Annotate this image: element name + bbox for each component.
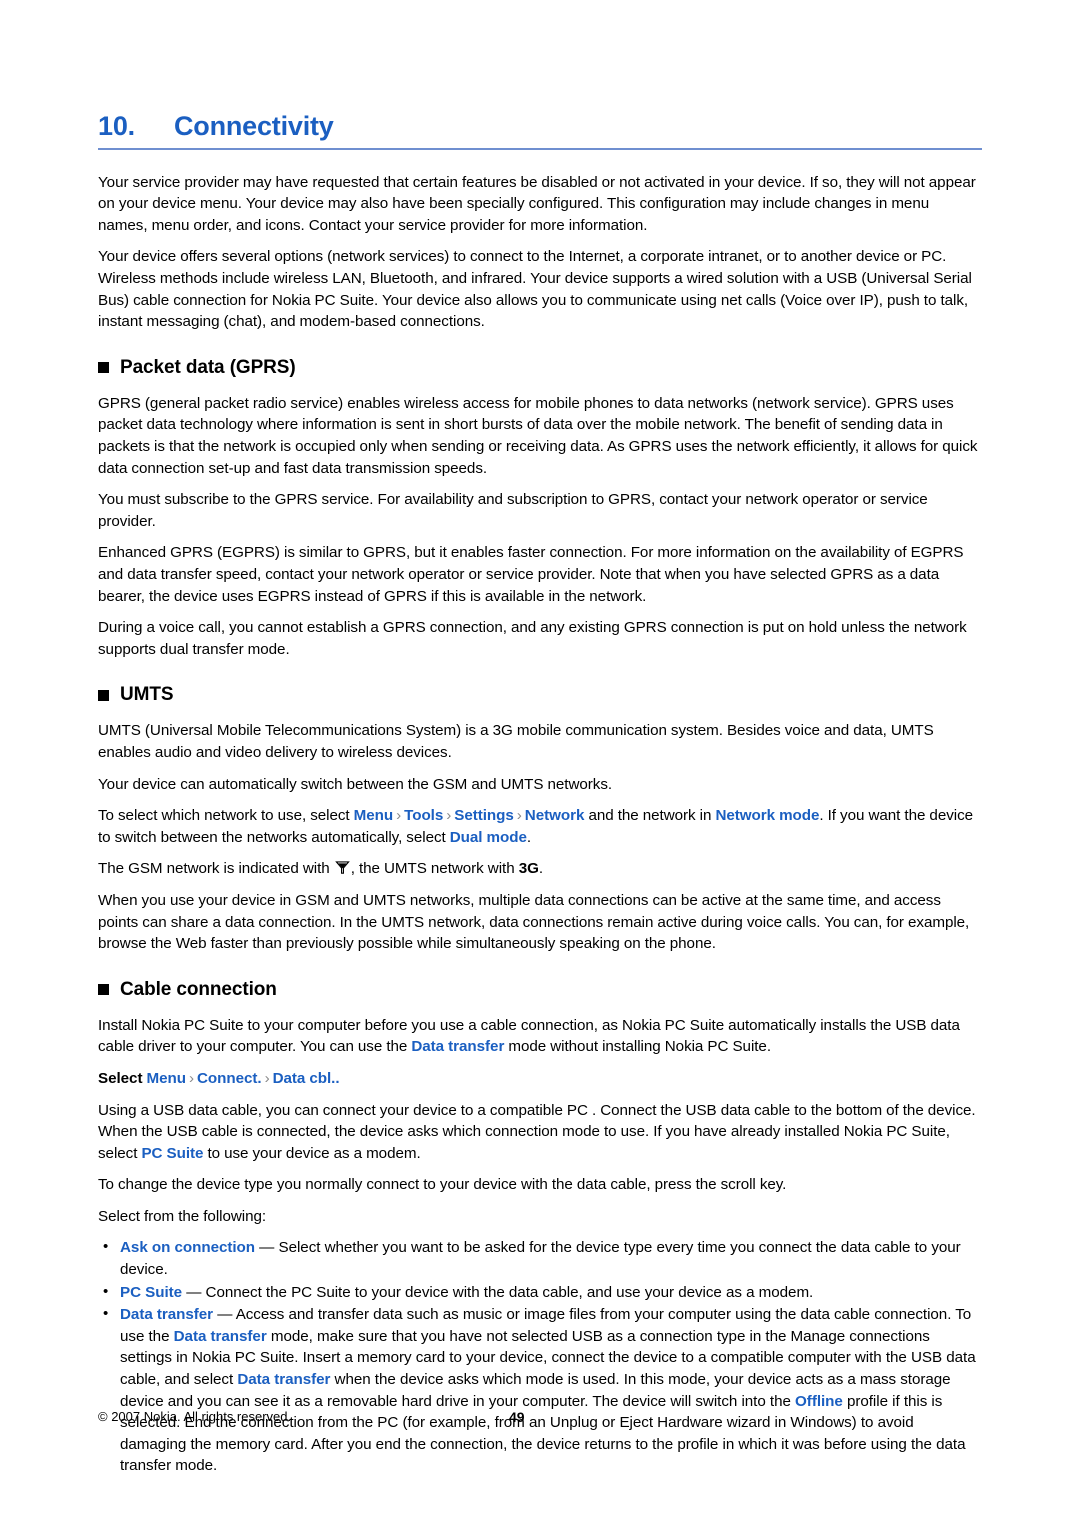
umts-paragraph-3: When you use your device in GSM and UMTS… <box>98 891 970 953</box>
umts-indicator-line: The GSM network is indicated with , the … <box>98 858 982 880</box>
connection-mode-list: Ask on connection — Select whether you w… <box>98 1236 982 1477</box>
setting-network-mode[interactable]: Network mode <box>715 807 819 824</box>
list-item: PC Suite — Connect the PC Suite to your … <box>98 1281 982 1304</box>
menu-path-connect[interactable]: Connect. <box>197 1070 262 1087</box>
packet-data-paragraph-3: Enhanced GPRS (EGPRS) is similar to GPRS… <box>98 544 964 605</box>
section-heading-label: Cable connection <box>120 978 277 1000</box>
path-separator-icon: › <box>264 1069 270 1087</box>
cable-paragraph-3: To change the device type you normally c… <box>98 1176 787 1194</box>
packet-data-paragraph-4: During a voice call, you cannot establis… <box>98 619 967 658</box>
square-bullet-icon <box>98 984 109 996</box>
path-separator-icon: › <box>516 807 522 825</box>
packet-data-paragraph-2: You must subscribe to the GPRS service. … <box>98 491 928 530</box>
chapter-title-text: Connectivity <box>174 111 334 141</box>
setting-dual-mode[interactable]: Dual mode <box>450 829 527 846</box>
chapter-heading: 10. Connectivity <box>98 111 982 148</box>
instruction-mid: and the network in <box>584 807 716 825</box>
umts-paragraph-1: UMTS (Universal Mobile Telecommunication… <box>98 722 934 761</box>
path-separator-icon: › <box>396 807 402 825</box>
section-heading-umts: UMTS <box>98 684 982 706</box>
indicator-end: . <box>538 860 544 878</box>
list-item: Ask on connection — Select whether you w… <box>98 1236 982 1280</box>
cable-select-path-line: Select Menu › Connect. › Data cbl.. <box>98 1068 982 1090</box>
section-heading-label: UMTS <box>120 684 174 706</box>
umts-select-network-instruction: To select which network to use, select M… <box>98 805 982 848</box>
option-ask-on-connection[interactable]: Ask on connection <box>120 1239 255 1256</box>
page-content: 10. Connectivity Your service provider m… <box>98 111 982 1478</box>
mode-data-transfer[interactable]: Data transfer <box>174 1328 267 1345</box>
section-heading-cable-connection: Cable connection <box>98 979 982 1001</box>
menu-path-tools[interactable]: Tools <box>404 807 443 824</box>
option-pc-suite[interactable]: PC Suite <box>120 1284 182 1301</box>
section-heading-packet-data: Packet data (GPRS) <box>98 357 982 379</box>
em-dash: — <box>255 1239 279 1257</box>
square-bullet-icon <box>98 362 109 374</box>
indicator-lead: The GSM network is indicated with <box>98 860 334 878</box>
page-number: 49 <box>509 1409 525 1425</box>
section-heading-label: Packet data (GPRS) <box>120 356 296 378</box>
list-item: Data transfer — Access and transfer data… <box>98 1303 982 1477</box>
menu-path-data-cbl[interactable]: Data cbl.. <box>273 1070 340 1087</box>
indicator-mid: , the UMTS network with <box>350 860 519 878</box>
menu-path-menu[interactable]: Menu <box>147 1070 187 1087</box>
select-label: Select <box>98 1069 147 1087</box>
cable-paragraph-2: Using a USB data cable, you can connect … <box>98 1100 982 1165</box>
mode-data-transfer[interactable]: Data transfer <box>237 1371 330 1388</box>
copyright-notice: © 2007 Nokia. All rights reserved. <box>98 1409 292 1424</box>
mode-data-transfer[interactable]: Data transfer <box>411 1038 504 1055</box>
em-dash: — <box>213 1306 236 1324</box>
umts-3g-indicator-label: 3G <box>518 860 539 878</box>
packet-data-paragraph-1: GPRS (general packet radio service) enab… <box>98 394 978 477</box>
gsm-signal-icon <box>334 860 350 875</box>
path-separator-icon: › <box>188 1069 194 1087</box>
instruction-end: . <box>526 828 532 846</box>
mode-pc-suite[interactable]: PC Suite <box>141 1145 203 1162</box>
square-bullet-icon <box>98 689 109 701</box>
cable-paragraph-4: Select from the following: <box>98 1207 267 1225</box>
document-page: 10. Connectivity Your service provider m… <box>0 0 1080 1527</box>
page-footer: © 2007 Nokia. All rights reserved. 49 <box>98 1409 982 1425</box>
intro-paragraph-2: Your device offers several options (netw… <box>98 248 972 331</box>
chapter-title-rule <box>98 147 982 150</box>
profile-offline[interactable]: Offline <box>795 1393 843 1410</box>
cable-paragraph-1-part-b: mode without installing Nokia PC Suite. <box>504 1038 772 1056</box>
path-separator-icon: › <box>446 807 452 825</box>
instruction-lead: To select which network to use, select <box>98 807 354 825</box>
menu-path-menu[interactable]: Menu <box>354 807 394 824</box>
chapter-number: 10. <box>98 111 135 141</box>
option-description: Connect the PC Suite to your device with… <box>205 1283 814 1301</box>
umts-paragraph-2: Your device can automatically switch bet… <box>98 775 613 793</box>
option-data-transfer[interactable]: Data transfer <box>120 1306 213 1323</box>
intro-paragraph-1: Your service provider may have requested… <box>98 173 976 234</box>
cable-paragraph-1: Install Nokia PC Suite to your computer … <box>98 1015 982 1058</box>
em-dash: — <box>182 1283 206 1301</box>
menu-path-settings[interactable]: Settings <box>454 807 514 824</box>
cable-paragraph-2-part-b: to use your device as a modem. <box>203 1144 421 1162</box>
menu-path-network[interactable]: Network <box>525 807 585 824</box>
